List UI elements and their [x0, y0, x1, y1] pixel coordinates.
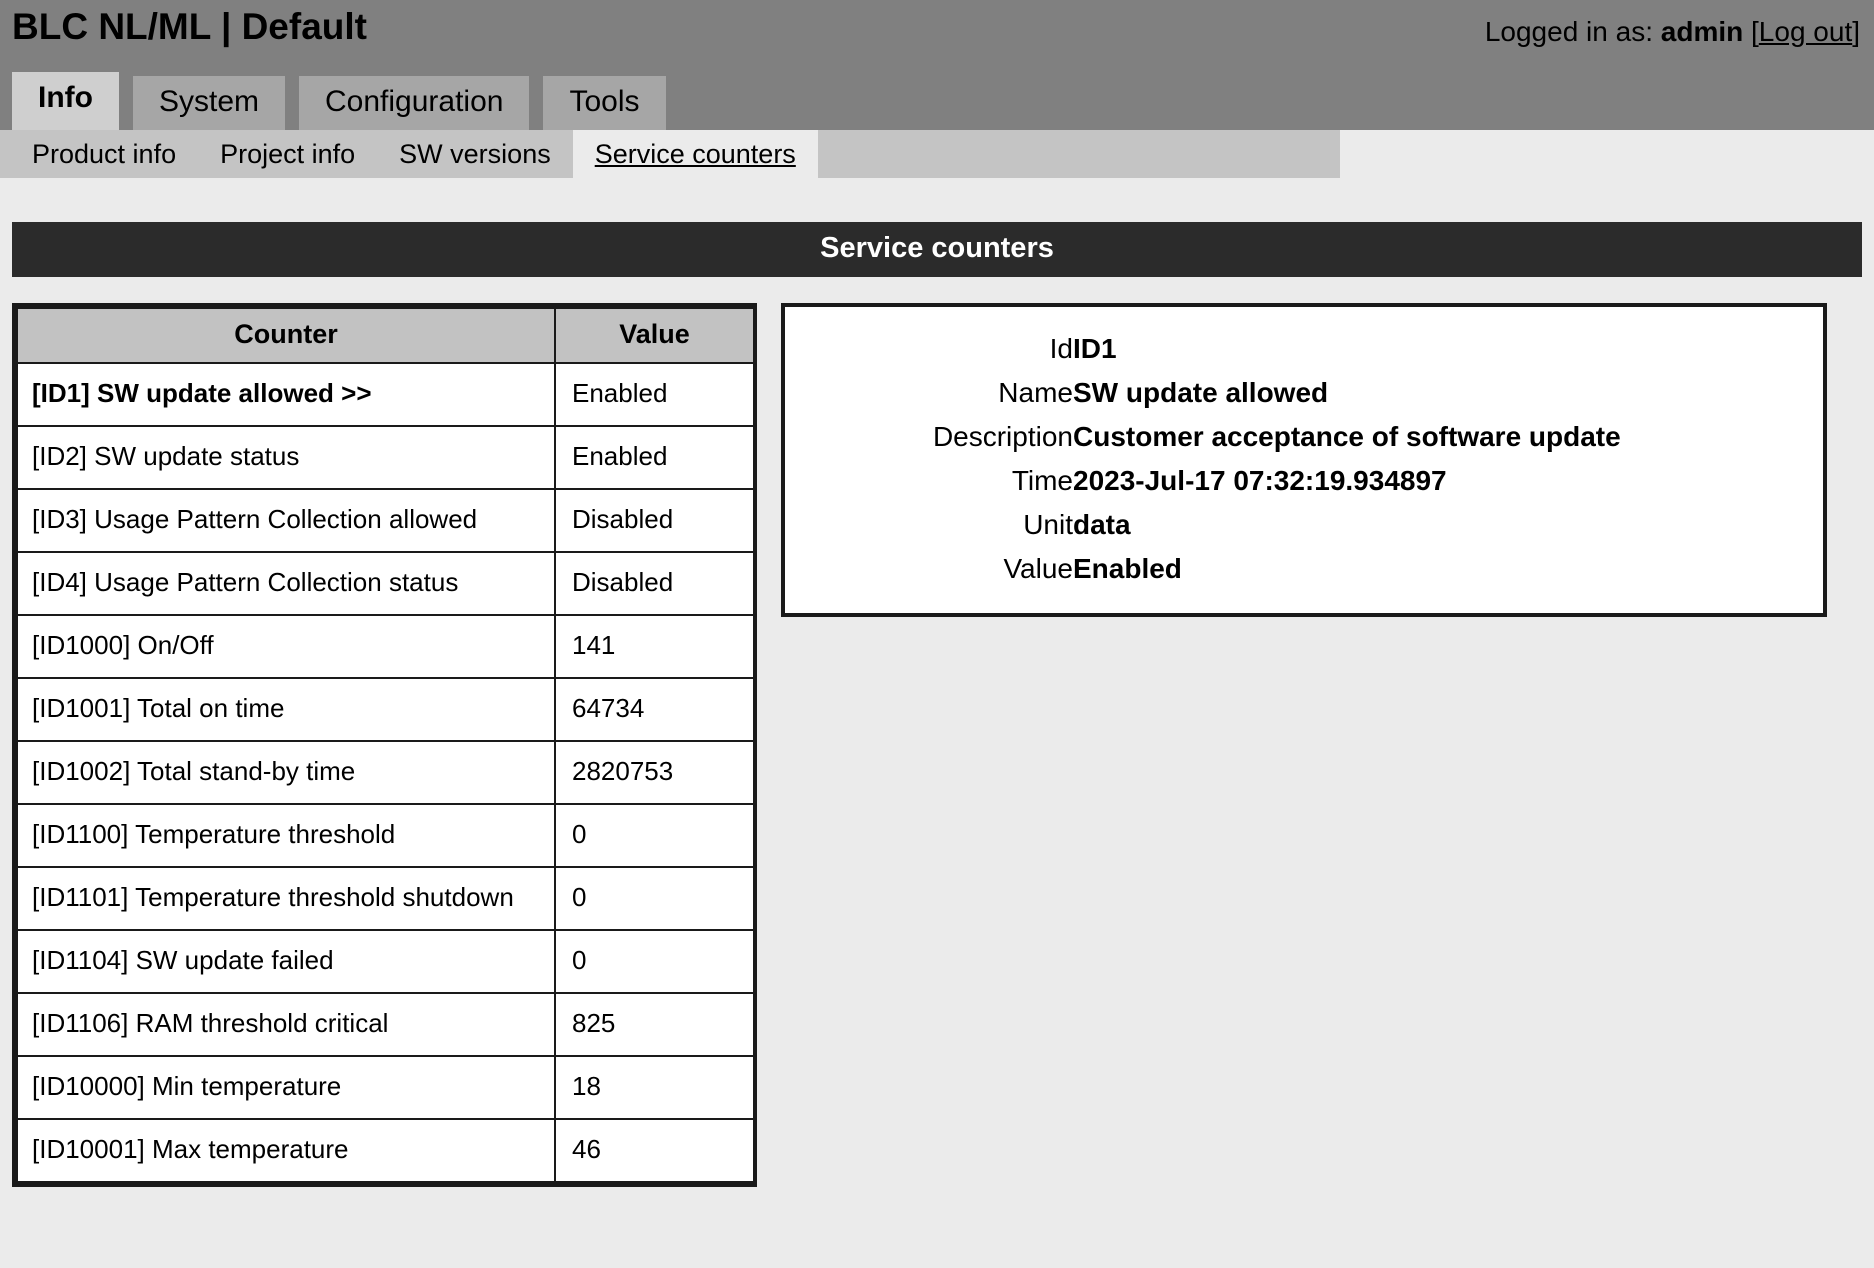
subnav-label-service-counters: Service counters — [594, 138, 796, 169]
counter-value-cell: 825 — [554, 992, 755, 1057]
tab-info[interactable]: Info — [12, 71, 119, 130]
counter-value-cell: 0 — [554, 866, 755, 931]
table-row[interactable]: [ID10000] Min temperature 18 — [16, 1055, 755, 1120]
table-header-row: Counter Value — [16, 307, 755, 364]
subnav-label-product-info: Product info — [32, 138, 177, 169]
sub-navigation-bar: Product info Project info SW versions Se… — [0, 130, 1340, 178]
detail-value-id: ID1 — [1073, 333, 1117, 364]
counter-value-cell: 46 — [554, 1118, 755, 1183]
counter-name-cell: [ID1100] Temperature threshold — [16, 803, 556, 868]
content-top-spacer — [0, 178, 1874, 222]
detail-row-unit: Unit data — [793, 503, 1621, 547]
counter-detail-panel: Id ID1 Name SW update allowed Descriptio… — [781, 303, 1827, 617]
subnav-label-project-info: Project info — [220, 138, 356, 169]
column-header-value[interactable]: Value — [554, 307, 755, 364]
counter-name-cell: [ID3] Usage Pattern Collection allowed — [16, 488, 556, 553]
login-status: Logged in as: admin [Log out] — [1485, 16, 1860, 48]
counter-value-cell: 2820753 — [554, 740, 755, 805]
tab-configuration[interactable]: Configuration — [299, 75, 530, 130]
counter-name-cell: [ID1106] RAM threshold critical — [16, 992, 556, 1057]
detail-value-unit: data — [1073, 509, 1131, 540]
detail-row-description: Description Customer acceptance of softw… — [793, 415, 1621, 459]
detail-label-name: Name — [998, 377, 1073, 408]
counter-name-cell: [ID10000] Min temperature — [16, 1055, 556, 1120]
table-row[interactable]: [ID1000] On/Off 141 — [16, 614, 755, 679]
counter-value-cell: 141 — [554, 614, 755, 679]
counter-name-cell: [ID1000] On/Off — [16, 614, 556, 679]
table-row[interactable]: [ID4] Usage Pattern Collection status Di… — [16, 551, 755, 616]
detail-label-description: Description — [932, 421, 1073, 452]
tab-tools[interactable]: Tools — [543, 75, 666, 130]
logout-bracket-close: ] — [1852, 16, 1860, 47]
table-row[interactable]: [ID1] SW update allowed >> Enabled — [16, 362, 755, 427]
counter-name-cell: [ID1] SW update allowed >> — [16, 362, 556, 427]
counter-table-head: Counter Value — [16, 307, 755, 364]
counter-value-cell: 64734 — [554, 677, 755, 742]
table-row[interactable]: [ID1100] Temperature threshold 0 — [16, 803, 755, 868]
counter-name-cell: [ID10001] Max temperature — [16, 1118, 556, 1183]
logout-bracket-open: [ — [1751, 16, 1759, 47]
detail-row-name: Name SW update allowed — [793, 371, 1621, 415]
counter-value-cell: Disabled — [554, 551, 755, 616]
table-row[interactable]: [ID1002] Total stand-by time 2820753 — [16, 740, 755, 805]
counter-name-cell: [ID1104] SW update failed — [16, 929, 556, 994]
username-label: admin — [1660, 16, 1744, 47]
detail-field-table: Id ID1 Name SW update allowed Descriptio… — [793, 327, 1621, 591]
counter-value-cell: 18 — [554, 1055, 755, 1120]
detail-label-time: Time — [1011, 465, 1073, 496]
counter-value-cell: Enabled — [554, 425, 755, 490]
app-title: BLC NL/ML | Default — [12, 6, 367, 47]
table-row[interactable]: [ID1104] SW update failed 0 — [16, 929, 755, 994]
column-header-counter[interactable]: Counter — [16, 307, 556, 364]
counter-value-cell: 0 — [554, 929, 755, 994]
subnav-item-service-counters[interactable]: Service counters — [572, 130, 818, 178]
counter-name-cell: [ID4] Usage Pattern Collection status — [16, 551, 556, 616]
detail-row-id: Id ID1 — [793, 327, 1621, 371]
detail-row-value: Value Enabled — [793, 547, 1621, 591]
counter-value-cell: Disabled — [554, 488, 755, 553]
counter-value-cell: Enabled — [554, 362, 755, 427]
counter-name-cell: [ID2] SW update status — [16, 425, 556, 490]
detail-value-time: 2023-Jul-17 07:32:19.934897 — [1073, 465, 1447, 496]
subnav-label-sw-versions: SW versions — [399, 138, 551, 169]
table-row[interactable]: [ID1101] Temperature threshold shutdown … — [16, 866, 755, 931]
detail-value-name: SW update allowed — [1073, 377, 1329, 408]
detail-label-id: Id — [1049, 333, 1073, 364]
detail-label-value: Value — [1003, 553, 1073, 584]
detail-value-value: Enabled — [1073, 553, 1182, 584]
counter-name-cell: [ID1101] Temperature threshold shutdown — [16, 866, 556, 931]
top-bar: BLC NL/ML | Default Logged in as: admin … — [0, 0, 1874, 130]
page-title: Service counters — [12, 222, 1862, 277]
detail-label-unit: Unit — [1023, 509, 1073, 540]
counter-table: Counter Value [ID1] SW update allowed >>… — [16, 307, 755, 1183]
table-row[interactable]: [ID2] SW update status Enabled — [16, 425, 755, 490]
subnav-item-project-info[interactable]: Project info — [198, 130, 377, 178]
counter-table-container: Counter Value [ID1] SW update allowed >>… — [12, 303, 757, 1187]
primary-tab-bar: Info System Configuration Tools — [12, 71, 666, 130]
counter-name-cell: [ID1002] Total stand-by time — [16, 740, 556, 805]
tab-system[interactable]: System — [132, 75, 286, 130]
subnav-item-product-info[interactable]: Product info — [10, 130, 198, 178]
detail-value-description: Customer acceptance of software update — [1073, 421, 1621, 452]
counter-value-cell: 0 — [554, 803, 755, 868]
table-row[interactable]: [ID1106] RAM threshold critical 825 — [16, 992, 755, 1057]
logout-link[interactable]: Log out — [1759, 16, 1852, 47]
main-content: Counter Value [ID1] SW update allowed >>… — [0, 277, 1874, 1187]
detail-row-time: Time 2023-Jul-17 07:32:19.934897 — [793, 459, 1621, 503]
subnav-item-sw-versions[interactable]: SW versions — [377, 130, 573, 178]
table-row[interactable]: [ID1001] Total on time 64734 — [16, 677, 755, 742]
counter-name-cell: [ID1001] Total on time — [16, 677, 556, 742]
table-row[interactable]: [ID3] Usage Pattern Collection allowed D… — [16, 488, 755, 553]
table-row[interactable]: [ID10001] Max temperature 46 — [16, 1118, 755, 1183]
logged-in-prefix: Logged in as: — [1484, 16, 1653, 47]
counter-table-body: [ID1] SW update allowed >> Enabled [ID2]… — [16, 362, 755, 1183]
logout-bracket-group: [Log out] — [1751, 16, 1860, 47]
